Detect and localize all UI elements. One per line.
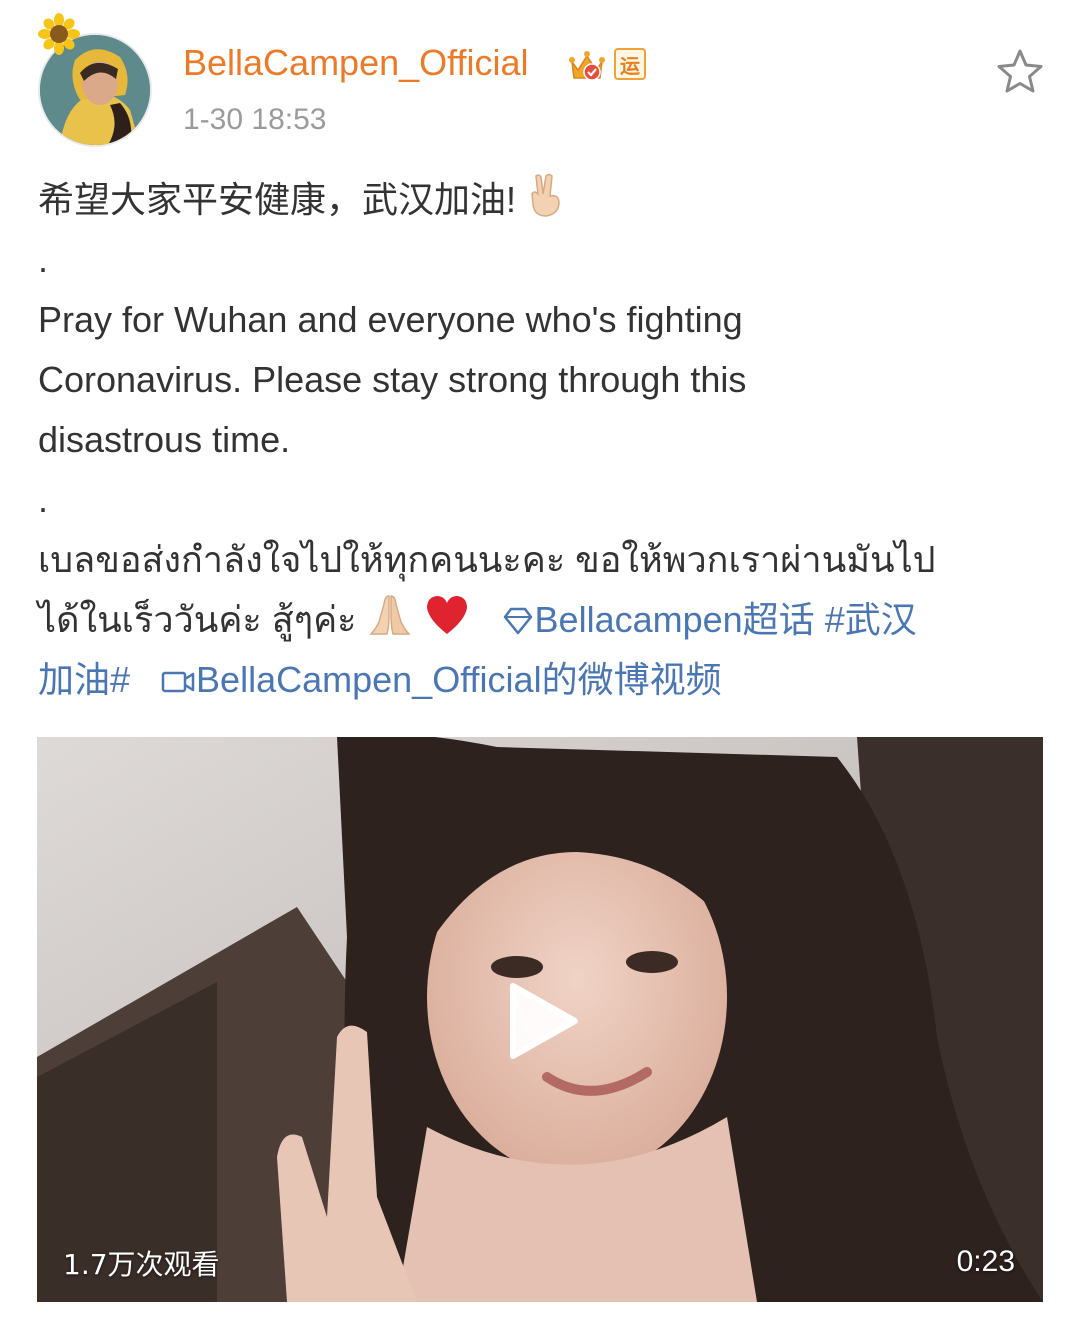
video-link[interactable]: BellaCampen_Official的微博视频 [160, 659, 722, 700]
red-heart-icon [426, 596, 467, 634]
video-camera-icon [161, 671, 195, 693]
view-count: 1.7万次观看 [63, 1248, 220, 1281]
folded-hands-icon [368, 595, 411, 635]
post-line-links: 加油# BellaCampen_Official的微博视频 [38, 650, 1048, 710]
post-line-english-1: Pray for Wuhan and everyone who's fighti… [38, 299, 743, 340]
separator-dot: . [38, 239, 49, 280]
post-line-thai-2: ได้ในเร็ววันค่ะ สู้ๆค่ะ Bellacampen超话 #武… [38, 590, 1048, 650]
post-line-english-2: Coronavirus. Please stay strong through … [38, 359, 747, 400]
post-line-chinese: 希望大家平安健康，武汉加油! [38, 170, 1048, 230]
hashtag-link-continued[interactable]: 加油# [38, 659, 130, 700]
diamond-icon [503, 607, 532, 635]
badge-yun[interactable]: 运 [614, 48, 646, 80]
post-line-english-3: disastrous time. [38, 419, 291, 460]
video-duration: 0:23 [956, 1245, 1015, 1278]
post-timestamp: 1-30 18:53 [183, 103, 327, 136]
post-text: 希望大家平安健康，武汉加油! . Pray for Wuhan and ever… [38, 170, 1048, 710]
separator-dot: . [38, 479, 49, 520]
victory-hand-icon [531, 173, 560, 217]
video-player[interactable]: 1.7万次观看 0:23 [37, 737, 1043, 1302]
star-icon[interactable] [996, 48, 1044, 94]
play-icon[interactable] [507, 982, 579, 1060]
post-line-thai-1: เบลขอส่งกำลังใจไปให้ทุกคนนะคะ ขอให้พวกเร… [38, 539, 936, 580]
crown-icon[interactable] [568, 48, 606, 84]
supertopic-link[interactable]: Bellacampen超话 [501, 599, 825, 640]
username[interactable]: BellaCampen_Official [183, 42, 529, 84]
hashtag-link[interactable]: #武汉 [825, 599, 917, 640]
sunflower-icon [38, 13, 80, 55]
